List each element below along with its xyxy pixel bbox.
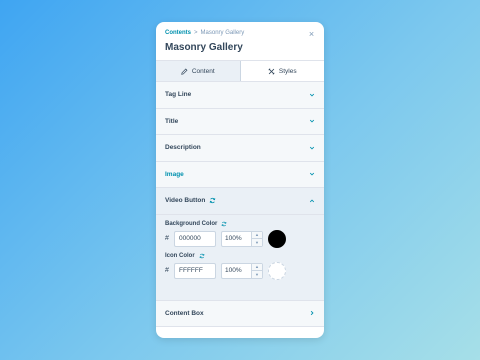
section-label: Title: [165, 117, 179, 125]
sync-icon: [210, 198, 216, 204]
tab-content[interactable]: Content: [156, 61, 241, 81]
video-button-settings: Background Color # ▲ ▼ Icon Color: [156, 214, 324, 301]
background-color-label: Background Color: [165, 221, 315, 227]
icon-opacity-stepper: ▲ ▼: [221, 262, 263, 279]
section-label: Tag Line: [165, 91, 192, 99]
tab-content-label: Content: [191, 67, 215, 75]
background-hex-input[interactable]: [174, 230, 216, 247]
section-description[interactable]: Description: [156, 135, 324, 162]
tab-styles[interactable]: Styles: [240, 61, 324, 81]
section-label: Image: [165, 170, 184, 178]
panel-header: Contents > Masonry Gallery Masonry Galle…: [156, 22, 324, 60]
tab-styles-label: Styles: [278, 67, 297, 75]
breadcrumb-separator: >: [194, 30, 198, 36]
field-label-text: Background Color: [165, 220, 218, 227]
styles-icon: [268, 67, 275, 75]
section-title[interactable]: Title: [156, 109, 324, 135]
chevron-down-icon: [309, 120, 315, 123]
section-label: Video Button: [165, 197, 206, 205]
breadcrumb-current: Masonry Gallery: [200, 30, 245, 36]
panel-title: Masonry Gallery: [165, 42, 243, 53]
chevron-up-icon: [309, 199, 315, 202]
background-color-row: # ▲ ▼: [165, 229, 315, 248]
sync-icon: [199, 253, 205, 258]
background-color-swatch[interactable]: [268, 229, 286, 248]
icon-hex-input[interactable]: [174, 262, 216, 279]
icon-opacity-input[interactable]: [222, 263, 251, 278]
breadcrumb-contents-link[interactable]: Contents: [165, 29, 191, 37]
section-tag-line[interactable]: Tag Line: [156, 82, 324, 109]
tab-bar: Content Styles: [156, 60, 324, 82]
hash-symbol: #: [165, 267, 169, 274]
breadcrumb: Contents > Masonry Gallery: [165, 29, 315, 37]
icon-color-swatch[interactable]: [268, 261, 286, 280]
decrement-icon[interactable]: ▼: [252, 270, 262, 278]
pencil-icon: [181, 68, 188, 75]
sync-icon: [221, 221, 227, 226]
chevron-down-icon: [309, 173, 315, 176]
icon-color-row: # ▲ ▼: [165, 261, 315, 280]
chevron-right-icon: [310, 311, 314, 316]
section-list: Tag Line Title Description Image Video B…: [156, 82, 324, 327]
close-icon[interactable]: ×: [307, 30, 316, 39]
chevron-down-icon: [309, 146, 315, 150]
background-opacity-input[interactable]: [222, 231, 251, 246]
stepper-buttons: ▲ ▼: [251, 231, 262, 246]
hash-symbol: #: [165, 235, 169, 242]
chevron-down-icon: [309, 93, 315, 97]
stepper-buttons: ▲ ▼: [251, 263, 262, 278]
section-label: Description: [165, 144, 201, 152]
icon-color-label: Icon Color: [165, 253, 315, 259]
section-label: Content Box: [165, 309, 204, 317]
field-label-text: Icon Color: [165, 252, 195, 259]
section-video-button[interactable]: Video Button: [156, 188, 324, 215]
section-content-box[interactable]: Content Box: [156, 301, 324, 327]
decrement-icon[interactable]: ▼: [252, 238, 262, 246]
section-image[interactable]: Image: [156, 162, 324, 188]
style-editor-panel: Contents > Masonry Gallery Masonry Galle…: [156, 22, 324, 338]
background-opacity-stepper: ▲ ▼: [221, 230, 263, 247]
